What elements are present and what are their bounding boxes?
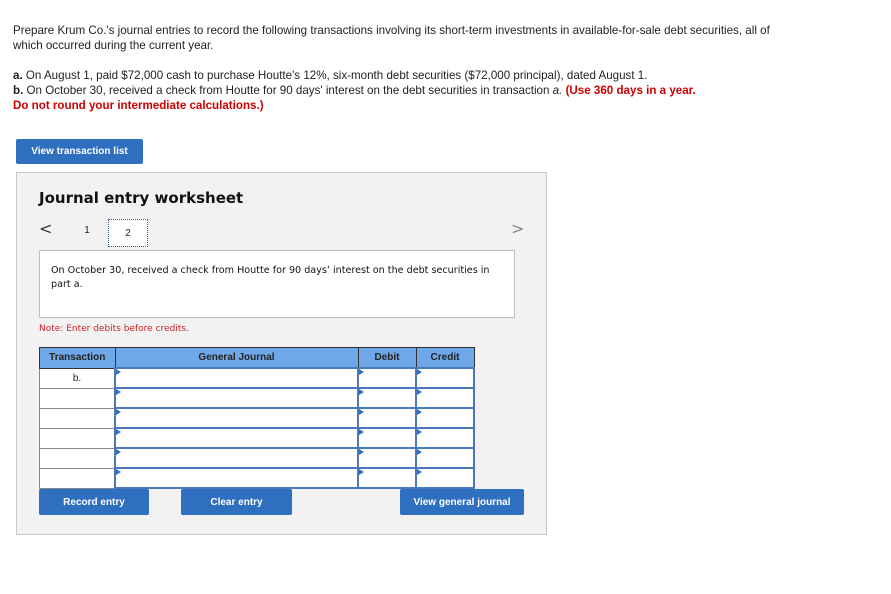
account-cell [114, 367, 359, 389]
account-dropdown[interactable] [116, 409, 357, 428]
debit-cell [357, 407, 417, 429]
credit-input[interactable] [417, 469, 473, 488]
table-row: b. [39, 367, 475, 389]
debit-input[interactable] [359, 469, 415, 488]
field-indicator-icon [116, 429, 121, 435]
account-dropdown[interactable] [116, 369, 357, 388]
credit-cell [415, 367, 475, 389]
field-indicator-icon [417, 449, 422, 455]
credit-input[interactable] [417, 449, 473, 468]
credit-cell [415, 447, 475, 469]
header-transaction: Transaction [39, 347, 116, 369]
field-indicator-icon [116, 369, 121, 375]
debit-cell [357, 427, 417, 449]
debit-cell [357, 467, 417, 489]
transaction-a-label: a. [13, 69, 23, 82]
credit-input[interactable] [417, 429, 473, 448]
header-credit: Credit [415, 347, 475, 369]
field-indicator-icon [359, 429, 364, 435]
debit-input[interactable] [359, 449, 415, 468]
credit-input[interactable] [417, 409, 473, 428]
journal-entry-worksheet-panel: Journal entry worksheet < 1 2 > On Octob… [16, 172, 547, 535]
transaction-cell [39, 467, 116, 489]
transaction-cell [39, 427, 116, 449]
days-note: (Use 360 days in a year. [562, 84, 696, 97]
journal-table: Transaction General Journal Debit Credit… [39, 347, 475, 489]
credit-cell [415, 427, 475, 449]
record-entry-button[interactable]: Record entry [39, 489, 149, 515]
account-dropdown[interactable] [116, 389, 357, 408]
transaction-b-ref: a. [552, 84, 563, 97]
credit-input[interactable] [417, 389, 473, 408]
debits-note: Note: Enter debits before credits. [39, 324, 189, 334]
chevron-left-icon[interactable]: < [39, 219, 52, 238]
debit-input[interactable] [359, 389, 415, 408]
header-general-journal: General Journal [114, 347, 359, 369]
transaction-b-text: On October 30, received a check from Hou… [23, 84, 553, 97]
field-indicator-icon [417, 429, 422, 435]
transaction-a-text: On August 1, paid $72,000 cash to purcha… [22, 69, 648, 82]
transaction-a: a. On August 1, paid $72,000 cash to pur… [13, 68, 773, 83]
field-indicator-icon [359, 469, 364, 475]
debit-cell [357, 387, 417, 409]
debit-cell [357, 367, 417, 389]
field-indicator-icon [116, 409, 121, 415]
table-row [39, 427, 475, 449]
transaction-cell [39, 447, 116, 469]
field-indicator-icon [359, 389, 364, 395]
view-general-journal-button[interactable]: View general journal [400, 489, 524, 515]
field-indicator-icon [116, 389, 121, 395]
account-dropdown[interactable] [116, 469, 357, 488]
field-indicator-icon [417, 389, 422, 395]
account-cell [114, 427, 359, 449]
table-row [39, 447, 475, 469]
debit-input[interactable] [359, 429, 415, 448]
view-transaction-list-button[interactable]: View transaction list [16, 139, 143, 164]
intro-paragraph: Prepare Krum Co.'s journal entries to re… [13, 24, 770, 52]
credit-cell [415, 467, 475, 489]
transaction-cell [39, 387, 116, 409]
debit-cell [357, 447, 417, 469]
rounding-note: Do not round your intermediate calculati… [13, 99, 264, 112]
field-indicator-icon [116, 469, 121, 475]
table-row [39, 407, 475, 429]
transaction-description: On October 30, received a check from Hou… [39, 250, 515, 318]
field-indicator-icon [359, 449, 364, 455]
field-indicator-icon [359, 369, 364, 375]
field-indicator-icon [359, 409, 364, 415]
tab-2[interactable]: 2 [108, 219, 148, 247]
clear-entry-button[interactable]: Clear entry [181, 489, 292, 515]
table-row [39, 467, 475, 489]
transaction-b-label: b. [13, 84, 24, 97]
account-cell [114, 407, 359, 429]
table-header-row: Transaction General Journal Debit Credit [39, 347, 475, 369]
account-cell [114, 467, 359, 489]
instructions: Prepare Krum Co.'s journal entries to re… [13, 23, 773, 113]
chevron-right-icon[interactable]: > [511, 219, 524, 238]
worksheet-title: Journal entry worksheet [39, 189, 244, 207]
account-cell [114, 447, 359, 469]
debit-input[interactable] [359, 369, 415, 388]
credit-cell [415, 407, 475, 429]
credit-input[interactable] [417, 369, 473, 388]
account-dropdown[interactable] [116, 429, 357, 448]
field-indicator-icon [417, 469, 422, 475]
field-indicator-icon [116, 449, 121, 455]
table-row [39, 387, 475, 409]
header-debit: Debit [357, 347, 417, 369]
account-dropdown[interactable] [116, 449, 357, 468]
transaction-b: b. On October 30, received a check from … [13, 83, 773, 98]
field-indicator-icon [417, 409, 422, 415]
debit-input[interactable] [359, 409, 415, 428]
account-cell [114, 387, 359, 409]
tab-1[interactable]: 1 [79, 225, 95, 236]
field-indicator-icon [417, 369, 422, 375]
transaction-cell [39, 407, 116, 429]
credit-cell [415, 387, 475, 409]
transaction-cell: b. [39, 367, 116, 389]
